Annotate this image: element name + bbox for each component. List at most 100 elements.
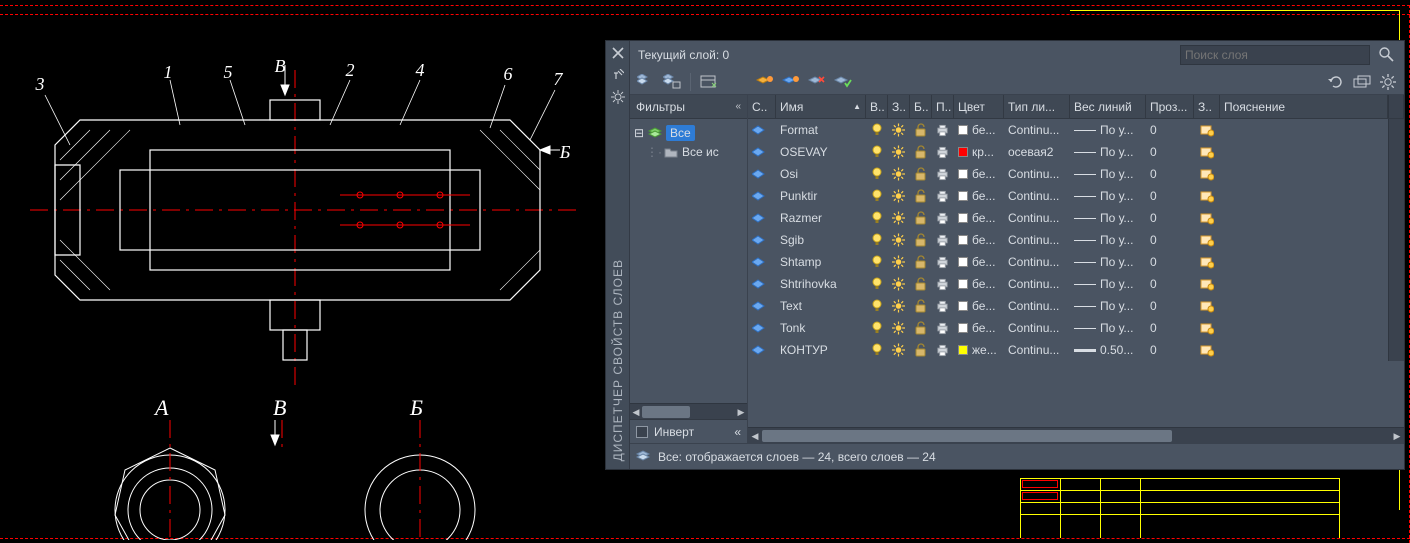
layer-lineweight-cell[interactable]: По у...	[1070, 273, 1146, 295]
layer-row[interactable]: Osi бе... Continu... По у... 0	[748, 163, 1404, 185]
layer-lock-toggle[interactable]	[910, 207, 932, 229]
layer-linetype-cell[interactable]: Continu...	[1004, 119, 1070, 141]
options-icon[interactable]	[610, 89, 626, 105]
layer-lock-toggle[interactable]	[910, 185, 932, 207]
refresh-button[interactable]	[1326, 72, 1346, 92]
layer-transparency-cell[interactable]: 0	[1146, 251, 1194, 273]
cad-drawing-area[interactable]: 3 1 5 В 2 4 6 7 Б А В Б	[0, 0, 600, 538]
settings-button[interactable]	[1378, 72, 1398, 92]
layer-lock-toggle[interactable]	[910, 251, 932, 273]
col-name[interactable]: Имя▲	[776, 95, 866, 118]
layer-row[interactable]: Tonk бе... Continu... По у... 0	[748, 317, 1404, 339]
layer-lock-toggle[interactable]	[910, 295, 932, 317]
layer-linetype-cell[interactable]: Continu...	[1004, 185, 1070, 207]
layer-newvpfreeze-toggle[interactable]	[1194, 317, 1220, 339]
layer-description-cell[interactable]	[1220, 295, 1388, 317]
layer-hscrollbar[interactable]: ◀ ▶	[748, 427, 1404, 443]
delete-layer-button[interactable]	[807, 72, 827, 92]
layer-lock-toggle[interactable]	[910, 273, 932, 295]
layer-linetype-cell[interactable]: осевая2	[1004, 141, 1070, 163]
layer-description-cell[interactable]	[1220, 339, 1388, 361]
new-group-filter-button[interactable]	[781, 72, 801, 92]
layer-freeze-toggle[interactable]	[888, 185, 910, 207]
new-layer-vp-button[interactable]	[662, 72, 682, 92]
layer-name[interactable]: КОНТУР	[776, 339, 866, 361]
layer-name[interactable]: Shtrihovka	[776, 273, 866, 295]
layer-linetype-cell[interactable]: Continu...	[1004, 273, 1070, 295]
layer-lineweight-cell[interactable]: По у...	[1070, 295, 1146, 317]
layer-linetype-cell[interactable]: Continu...	[1004, 295, 1070, 317]
col-color[interactable]: Цвет	[954, 95, 1004, 118]
layer-freeze-toggle[interactable]	[888, 317, 910, 339]
layer-transparency-cell[interactable]: 0	[1146, 295, 1194, 317]
layer-row[interactable]: Shtamp бе... Continu... По у... 0	[748, 251, 1404, 273]
layer-on-toggle[interactable]	[866, 185, 888, 207]
col-linetype[interactable]: Тип ли...	[1004, 95, 1070, 118]
invert-checkbox[interactable]	[636, 426, 648, 438]
layer-name[interactable]: Shtamp	[776, 251, 866, 273]
layer-newvpfreeze-toggle[interactable]	[1194, 207, 1220, 229]
layer-on-toggle[interactable]	[866, 273, 888, 295]
layer-transparency-cell[interactable]: 0	[1146, 273, 1194, 295]
layer-name[interactable]: Razmer	[776, 207, 866, 229]
col-on[interactable]: В..	[866, 95, 888, 118]
layer-row[interactable]: OSEVAY кр... осевая2 По у... 0	[748, 141, 1404, 163]
layer-linetype-cell[interactable]: Continu...	[1004, 207, 1070, 229]
layer-freeze-toggle[interactable]	[888, 295, 910, 317]
layer-lock-toggle[interactable]	[910, 339, 932, 361]
layer-on-toggle[interactable]	[866, 251, 888, 273]
layer-linetype-cell[interactable]: Continu...	[1004, 339, 1070, 361]
layer-linetype-cell[interactable]: Continu...	[1004, 229, 1070, 251]
layer-plot-toggle[interactable]	[932, 185, 954, 207]
layer-color-cell[interactable]: бе...	[954, 229, 1004, 251]
layer-freeze-toggle[interactable]	[888, 207, 910, 229]
col-plot[interactable]: П..	[932, 95, 954, 118]
new-layer-button[interactable]	[636, 72, 656, 92]
close-icon[interactable]	[610, 45, 626, 61]
search-icon[interactable]	[1378, 46, 1396, 64]
layer-transparency-cell[interactable]: 0	[1146, 229, 1194, 251]
layer-freeze-toggle[interactable]	[888, 119, 910, 141]
layer-row[interactable]: Razmer бе... Continu... По у... 0	[748, 207, 1404, 229]
layer-description-cell[interactable]	[1220, 207, 1388, 229]
scroll-left-icon[interactable]: ◀	[630, 404, 642, 420]
scroll-left-icon[interactable]: ◀	[748, 428, 762, 444]
collapse-filters-icon[interactable]: «	[735, 101, 741, 112]
scroll-right-icon[interactable]: ▶	[735, 404, 747, 420]
layer-states-button[interactable]	[699, 72, 719, 92]
col-transparency[interactable]: Проз...	[1146, 95, 1194, 118]
layer-freeze-toggle[interactable]	[888, 229, 910, 251]
layer-transparency-cell[interactable]: 0	[1146, 163, 1194, 185]
layer-color-cell[interactable]: бе...	[954, 163, 1004, 185]
layer-freeze-toggle[interactable]	[888, 141, 910, 163]
scroll-right-icon[interactable]: ▶	[1390, 428, 1404, 444]
layer-newvpfreeze-toggle[interactable]	[1194, 119, 1220, 141]
layer-color-cell[interactable]: кр...	[954, 141, 1004, 163]
layer-description-cell[interactable]	[1220, 317, 1388, 339]
layer-lock-toggle[interactable]	[910, 141, 932, 163]
layer-lineweight-cell[interactable]: По у...	[1070, 251, 1146, 273]
layer-color-cell[interactable]: бе...	[954, 317, 1004, 339]
layer-plot-toggle[interactable]	[932, 339, 954, 361]
layer-newvpfreeze-toggle[interactable]	[1194, 229, 1220, 251]
col-freeze[interactable]: З..	[888, 95, 910, 118]
layer-newvpfreeze-toggle[interactable]	[1194, 163, 1220, 185]
layer-newvpfreeze-toggle[interactable]	[1194, 295, 1220, 317]
layer-on-toggle[interactable]	[866, 295, 888, 317]
layer-lineweight-cell[interactable]: 0.50...	[1070, 339, 1146, 361]
col-desc[interactable]: Пояснение	[1220, 95, 1388, 118]
layer-on-toggle[interactable]	[866, 163, 888, 185]
layer-transparency-cell[interactable]: 0	[1146, 119, 1194, 141]
tree-toggle-icon[interactable]: ⊟	[634, 126, 644, 140]
col-lock[interactable]: Б..	[910, 95, 932, 118]
layer-freeze-toggle[interactable]	[888, 163, 910, 185]
layer-newvpfreeze-toggle[interactable]	[1194, 339, 1220, 361]
layer-transparency-cell[interactable]: 0	[1146, 185, 1194, 207]
scrollbar-thumb[interactable]	[642, 406, 690, 418]
new-filter-button[interactable]	[755, 72, 775, 92]
layer-lock-toggle[interactable]	[910, 163, 932, 185]
layer-lineweight-cell[interactable]: По у...	[1070, 317, 1146, 339]
layer-lock-toggle[interactable]	[910, 119, 932, 141]
layer-on-toggle[interactable]	[866, 119, 888, 141]
layer-freeze-toggle[interactable]	[888, 273, 910, 295]
